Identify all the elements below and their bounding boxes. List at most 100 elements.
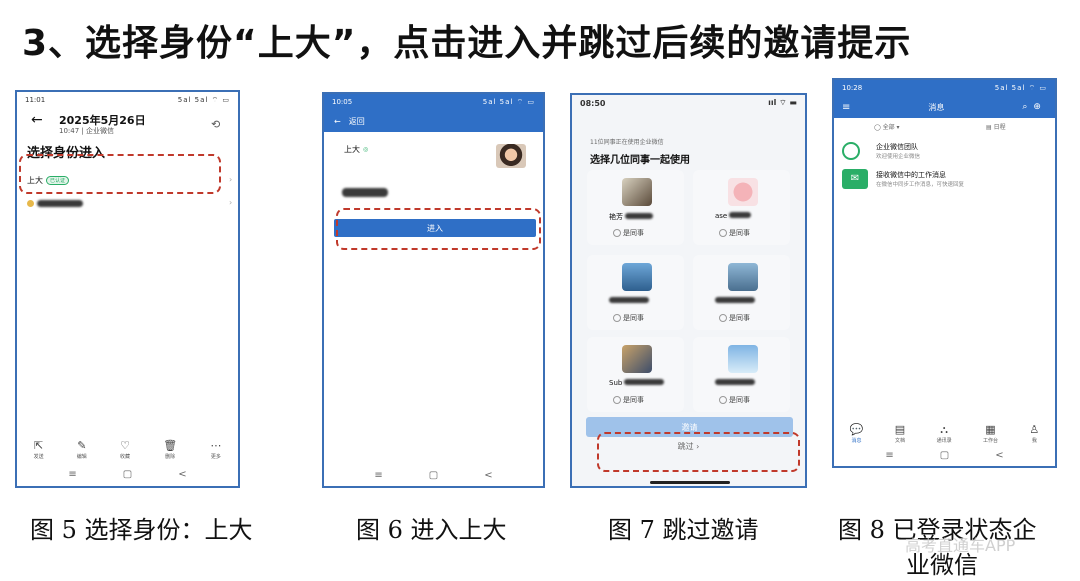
doc-icon: ▤ [894, 423, 906, 436]
menu-icon[interactable]: ≡ [374, 470, 382, 481]
toolbar-delete[interactable]: 🗑 删除 [163, 440, 177, 460]
avatar [622, 345, 652, 373]
colleague-name [715, 297, 755, 305]
toolbar-more[interactable]: ⋯ 更多 [210, 440, 221, 460]
home-icon[interactable]: ▢ [940, 450, 949, 461]
org-icon: ⛬ [940, 423, 948, 436]
toolbar-label: 编辑 [76, 454, 87, 460]
home-indicator [650, 481, 730, 484]
toolbar-label: 更多 [210, 454, 221, 460]
colleague-checkbox[interactable]: 是同事 [613, 313, 644, 323]
edit-icon: ✎ [77, 439, 87, 452]
bottom-tab-bar: 💬 消息 ▤ 文档 ⛬ 通讯录 ▦ 工作台 ♙ 我 [834, 424, 1055, 444]
colleague-card[interactable]: 是同事 [587, 255, 684, 330]
chevron-right-icon: › [229, 175, 233, 184]
message-row[interactable]: ✉ 接收微信中的工作消息 在微信中同步工作消息，可快速回复 [842, 168, 1052, 192]
highlight-box [19, 154, 221, 194]
home-icon[interactable]: ▢ [123, 469, 132, 480]
system-nav-bar: ≡ ▢ < [324, 470, 543, 481]
colleague-checkbox[interactable]: 是同事 [719, 395, 750, 405]
share-icon: ⇱ [33, 439, 44, 452]
toolbar-label: 删除 [165, 454, 176, 460]
message-title: 企业微信团队 [876, 143, 918, 151]
wechat-icon: ✉ [842, 169, 868, 189]
colleague-checkbox[interactable]: 是同事 [719, 313, 750, 323]
status-time: 08:50 [580, 98, 606, 108]
wecom-logo-icon [842, 142, 860, 160]
toolbar-label: 发送 [33, 454, 44, 460]
status-time: 10:05 [332, 98, 353, 106]
status-icons: 5al 5al ⌔ ▭ [482, 97, 535, 106]
avatar [622, 178, 652, 206]
colleague-name [609, 297, 649, 305]
org-name-row: 上大 ◎ [344, 144, 368, 155]
top-bar: ≡ 消息 ⌕⊕ [834, 96, 1055, 118]
colleague-name [715, 379, 755, 387]
more-icon: ⋯ [210, 439, 222, 452]
colleague-card[interactable]: 是同事 [693, 337, 790, 412]
highlight-box [336, 208, 541, 250]
caption-fig5: 图 5 选择身份：上大 [30, 516, 253, 544]
colleague-card[interactable]: ase 是同事 [693, 170, 790, 245]
message-preview: 欢迎使用企业微信 [876, 154, 921, 160]
phone-enter-org: 10:05 5al 5al ⌔ ▭ ← 返回 上大 ◎ 进入 ≡ ▢ < [322, 92, 545, 488]
tab-label: 消息 [851, 438, 862, 444]
back-icon[interactable]: < [178, 469, 186, 480]
avatar [496, 144, 526, 168]
colleague-checkbox[interactable]: 是同事 [613, 228, 644, 238]
back-link[interactable]: 返回 [349, 116, 365, 127]
phone-invite-colleagues: 08:50 ııl ⌔ ▬ 11位同事正在使用企业微信 选择几位同事一起使用 艳芳… [570, 93, 807, 488]
status-icons: 5al 5al ⌔ ▭ [994, 83, 1047, 92]
tab-messages[interactable]: 💬 消息 [850, 424, 864, 444]
back-icon[interactable]: < [995, 450, 1003, 461]
system-nav-bar: ≡ ▢ < [17, 469, 238, 480]
colleague-card[interactable]: 是同事 [693, 255, 790, 330]
colleague-card[interactable]: Sub 是同事 [587, 337, 684, 412]
message-subtitle: 10:47 | 企业微信 [59, 127, 114, 135]
tab-me[interactable]: ♙ 我 [1029, 424, 1039, 444]
message-row[interactable]: 企业微信团队 欢迎使用企业微信 [842, 140, 1052, 164]
avatar [728, 263, 758, 291]
chat-icon: 💬 [849, 423, 864, 436]
back-arrow-icon[interactable]: ← [31, 112, 43, 128]
tab-label: 我 [1031, 438, 1037, 444]
colleague-checkbox[interactable]: 是同事 [613, 395, 644, 405]
filter-schedule[interactable]: ▤ 日程 [986, 122, 1006, 131]
identity-option-other[interactable] [27, 200, 83, 207]
status-time: 10:28 [842, 84, 863, 92]
toolbar-edit[interactable]: ✎ 编辑 [77, 440, 87, 460]
back-icon[interactable]: < [484, 470, 492, 481]
header-title: 消息 [928, 102, 945, 112]
rotate-icon[interactable]: ⟲ [211, 118, 220, 131]
colleague-notice: 11位同事正在使用企业微信 [590, 139, 664, 146]
status-icons: ııl ⌔ ▬ [768, 98, 797, 107]
watermark: 高考直通车APP [905, 536, 1016, 555]
avatar [728, 345, 758, 373]
caption-fig6: 图 6 进入上大 [356, 516, 507, 544]
menu-icon[interactable]: ≡ [885, 450, 893, 461]
tab-label: 工作台 [982, 438, 998, 444]
avatar [728, 178, 758, 206]
back-arrow-icon[interactable]: ← [334, 117, 341, 126]
tab-label: 文档 [894, 438, 905, 444]
apps-icon: ▦ [985, 423, 996, 436]
tab-workbench[interactable]: ▦ 工作台 [983, 424, 998, 444]
toolbar-send[interactable]: ⇱ 发送 [34, 440, 44, 460]
tab-contacts[interactable]: ⛬ 通讯录 [937, 424, 952, 444]
status-icons: 5al 5al ⌔ ▭ [177, 95, 230, 104]
redacted-name [37, 200, 83, 207]
home-icon[interactable]: ▢ [429, 470, 438, 481]
header-actions[interactable]: ⌕⊕ [1022, 102, 1047, 112]
toolbar-favorite[interactable]: ♡ 收藏 [120, 440, 130, 460]
top-bar: ← 返回 [324, 110, 543, 132]
colleague-checkbox[interactable]: 是同事 [719, 228, 750, 238]
menu-icon[interactable]: ≡ [68, 469, 76, 480]
heart-icon: ♡ [120, 439, 130, 452]
caption-fig7: 图 7 跳过邀请 [608, 516, 759, 544]
tab-docs[interactable]: ▤ 文档 [895, 424, 905, 444]
colleague-card[interactable]: 艳芳 是同事 [587, 170, 684, 245]
trash-icon: 🗑 [163, 439, 178, 452]
invite-heading: 选择几位同事一起使用 [590, 155, 690, 166]
filter-all[interactable]: ◯ 全部 ▾ [874, 122, 900, 131]
menu-icon[interactable]: ≡ [842, 102, 850, 113]
